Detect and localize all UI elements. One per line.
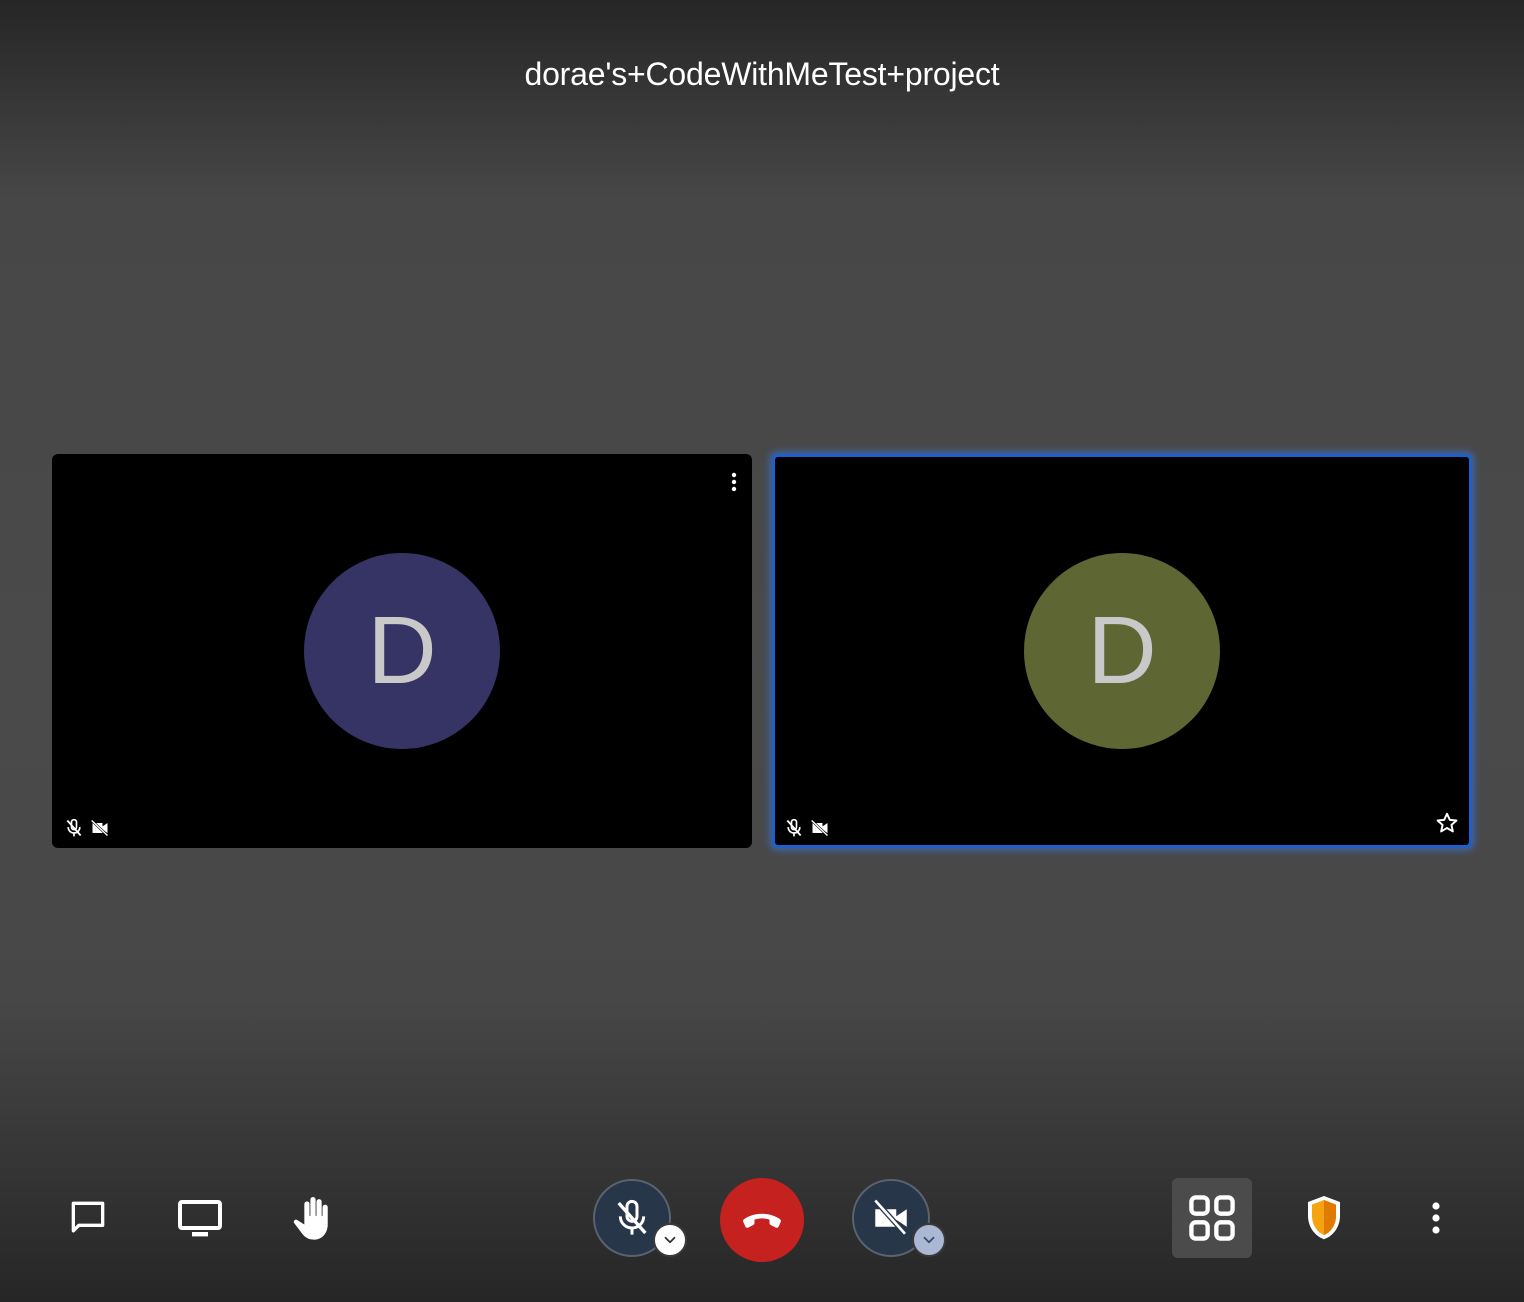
- microphone-muted-icon: [617, 1199, 647, 1235]
- chat-button[interactable]: [64, 1194, 112, 1242]
- security-options-button[interactable]: [1302, 1194, 1346, 1242]
- audio-settings-button[interactable]: [653, 1223, 687, 1257]
- participant-avatar: D: [304, 553, 500, 749]
- hangup-button[interactable]: [720, 1178, 804, 1262]
- screen-share-button[interactable]: [175, 1194, 225, 1242]
- camera-muted-icon: [873, 1198, 907, 1236]
- video-settings-button[interactable]: [912, 1223, 946, 1257]
- security-shield-icon: [1308, 1196, 1340, 1240]
- screen-share-icon: [178, 1200, 222, 1237]
- participant-status-icons: [64, 818, 110, 838]
- chevron-down-icon: [664, 1236, 676, 1244]
- more-options-button[interactable]: [1422, 1196, 1450, 1240]
- tile-view-button[interactable]: [1172, 1178, 1252, 1258]
- mic-muted-icon: [66, 818, 82, 837]
- tile-view-icon: [1189, 1195, 1235, 1241]
- tile-menu-icon[interactable]: [726, 470, 742, 494]
- participant-status-icons: [784, 818, 830, 838]
- star-icon[interactable]: [1434, 810, 1460, 836]
- more-options-icon: [1432, 1202, 1440, 1234]
- raise-hand-icon: [293, 1196, 328, 1240]
- participant-tile-1[interactable]: D: [52, 454, 752, 848]
- camera-muted-icon: [90, 819, 109, 837]
- camera-muted-icon: [810, 819, 829, 837]
- chat-icon: [71, 1201, 105, 1233]
- hangup-icon: [743, 1213, 781, 1228]
- participant-tile-2[interactable]: D: [772, 454, 1472, 848]
- mic-muted-icon: [786, 818, 802, 837]
- meeting-title: dorae's+CodeWithMeTest+project: [524, 56, 1000, 92]
- participant-avatar: D: [1024, 553, 1220, 749]
- raise-hand-button[interactable]: [286, 1190, 340, 1246]
- chevron-down-icon: [923, 1236, 935, 1244]
